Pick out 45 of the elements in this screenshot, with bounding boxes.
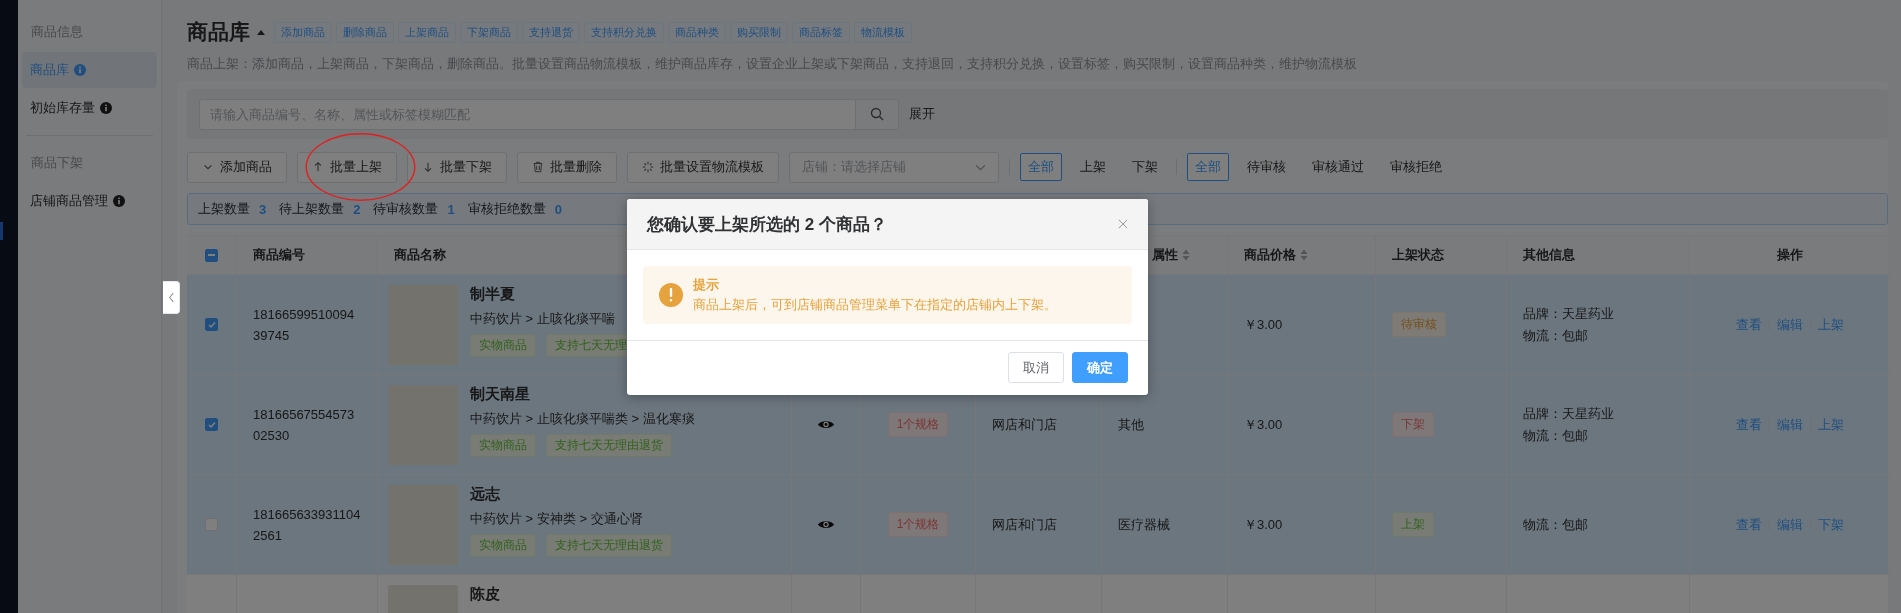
summary-label: 审核拒绝数量 bbox=[467, 200, 546, 218]
info-line: 品牌：天星药业 bbox=[1523, 404, 1614, 423]
product-category: 中药饮片 > 安神类 > 交通心肾 bbox=[470, 510, 643, 528]
status-tag: 上架 bbox=[1392, 512, 1434, 537]
summary-count: 0 bbox=[554, 201, 562, 217]
table-cell: 其他 bbox=[1118, 415, 1144, 434]
table-cell: 网店和门店 bbox=[992, 515, 1057, 534]
info-line: 物流：包邮 bbox=[1523, 426, 1588, 445]
product-code: 1816659951009439745 bbox=[253, 305, 356, 345]
column-header: 其他信息 bbox=[1523, 246, 1575, 264]
price-cell: ￥3.00 bbox=[1244, 515, 1283, 534]
summary-count: 1 bbox=[447, 201, 455, 217]
column-header: 商品名称 bbox=[394, 246, 446, 264]
table-cell: 网店和门店 bbox=[992, 415, 1057, 434]
product-tag: 支持七天无理由退货 bbox=[546, 434, 672, 457]
column-header: 操作 bbox=[1776, 246, 1803, 264]
summary-label: 待审核数量 bbox=[373, 200, 439, 218]
summary-count: 3 bbox=[259, 201, 267, 217]
info-line: 物流：包邮 bbox=[1523, 515, 1588, 534]
product-category: 中药饮片 > 止咳化痰平喘类 > 温化寒痰 bbox=[470, 410, 695, 428]
product-category: 中药饮片 > 止咳化痰平喘 bbox=[470, 310, 615, 328]
product-tag: 实物商品 bbox=[470, 434, 536, 457]
status-tag: 下架 bbox=[1392, 412, 1434, 437]
summary-label: 上架数量 bbox=[198, 200, 250, 218]
price-cell: ￥3.00 bbox=[1244, 415, 1283, 434]
page-title: 商品库 bbox=[187, 19, 250, 45]
product-tag: 实物商品 bbox=[470, 534, 536, 557]
product-code: 1816656339311042561 bbox=[253, 505, 361, 545]
info-line: 物流：包邮 bbox=[1523, 326, 1588, 345]
info-line: 品牌：天星药业 bbox=[1523, 304, 1614, 323]
status-tag: 待审核 bbox=[1392, 312, 1446, 337]
column-header: 上架状态 bbox=[1392, 246, 1444, 264]
alert-message: 商品上架后，可到店铺商品管理菜单下在指定的店铺内上下架。 bbox=[693, 297, 1057, 314]
product-tag: 支持七天无理由退货 bbox=[546, 534, 672, 557]
dialog-title: 您确认要上架所选的 2 个商品？ bbox=[647, 213, 887, 236]
summary-label: 待上架数量 bbox=[279, 200, 345, 218]
price-cell: ￥3.00 bbox=[1244, 315, 1283, 334]
product-code: 1816656755457302530 bbox=[253, 405, 356, 445]
table-cell: 医疗器械 bbox=[1118, 515, 1170, 534]
column-header: 商品编号 bbox=[253, 246, 305, 264]
product-tag: 实物商品 bbox=[470, 334, 536, 357]
alert-title: 提示 bbox=[693, 276, 720, 294]
column-header: 属性 bbox=[1152, 246, 1178, 264]
summary-count: 2 bbox=[353, 201, 361, 217]
column-header: 商品价格 bbox=[1244, 246, 1296, 264]
